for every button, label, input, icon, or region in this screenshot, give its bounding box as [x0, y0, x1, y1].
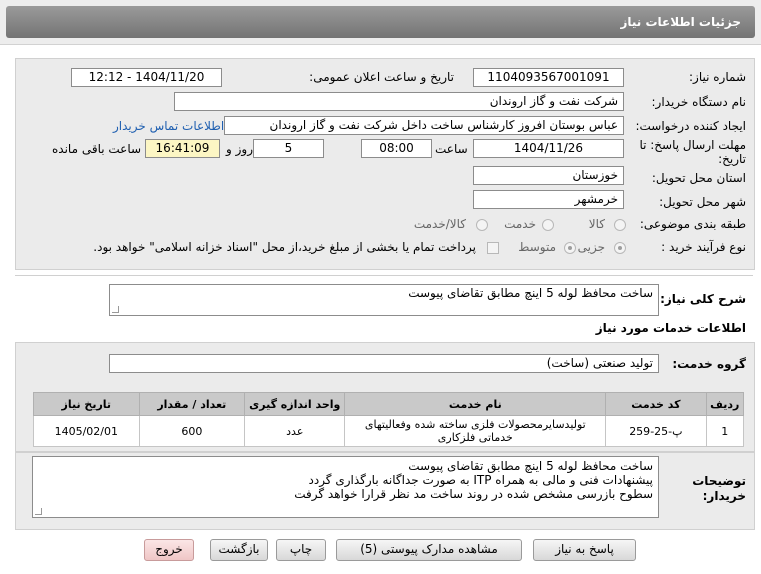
category-radio-goods-service[interactable] — [476, 219, 488, 231]
service-group-label: گروه خدمت: — [672, 357, 746, 371]
buyer-notes-line-3: سطوح بازرسی مشخص شده در روند ساخت مد نظر… — [294, 487, 653, 501]
city-field[interactable]: خرمشهر — [473, 190, 624, 209]
cell-unit: عدد — [244, 415, 346, 447]
category-label: طبقه بندی موضوعی: — [639, 217, 746, 231]
treasury-note: پرداخت تمام یا بخشی از مبلغ خرید،از محل … — [93, 240, 476, 254]
view-attachments-button[interactable]: مشاهده مدارک پیوستی (5) — [336, 539, 522, 561]
buyer-notes-line-2: پیشنهادات فنی و مالی به همراه ITP به صور… — [308, 473, 654, 487]
col-header-quantity: تعداد / مقدار — [138, 392, 246, 416]
col-header-unit: واحد اندازه گیری — [244, 392, 346, 416]
province-label: استان محل تحویل: — [651, 171, 746, 185]
cell-row-no: 1 — [705, 415, 745, 447]
announce-datetime-label: تاریخ و ساعت اعلان عمومی: — [309, 70, 454, 84]
resize-handle-icon[interactable] — [112, 306, 119, 313]
process-radio-medium[interactable] — [564, 242, 576, 254]
deadline-label: مهلت ارسال پاسخ: تا — [639, 138, 746, 152]
summary-field[interactable]: ساخت محافظ لوله 5 اینچ مطابق تقاضای پیوس… — [109, 284, 659, 316]
cell-quantity: 600 — [138, 415, 246, 447]
days-label: روز و — [226, 142, 253, 156]
category-option-goods-service: کالا/خدمت — [413, 217, 466, 231]
buyer-notes-line-1: ساخت محافظ لوله 5 اینچ مطابق تقاضای پیوس… — [408, 459, 653, 473]
cell-service-code: پ-25-259 — [605, 415, 707, 447]
resize-handle-icon[interactable] — [35, 508, 42, 515]
need-number-label: شماره نیاز: — [689, 70, 746, 84]
city-label: شهر محل تحویل: — [659, 195, 746, 209]
buyer-notes-label: توضیحات — [692, 474, 746, 488]
buyer-org-field[interactable]: شرکت نفت و گاز اروندان — [174, 92, 624, 111]
need-number-field[interactable]: 1104093567001091 — [473, 68, 624, 87]
separator — [15, 275, 753, 276]
requester-field[interactable]: عباس بوستان افروز کارشناس ساخت داخل شرکت… — [224, 116, 624, 135]
buyer-contact-link[interactable]: اطلاعات تماس خریدار — [113, 119, 224, 133]
table-row[interactable]: 1 پ-25-259 تولیدسایرمحصولات فلزی ساخته ش… — [33, 415, 745, 447]
col-header-row-no: ردیف — [705, 392, 745, 416]
requester-label: ایجاد کننده درخواست: — [635, 119, 746, 133]
cell-service-name: تولیدسایرمحصولات فلزی ساخته شده وفعالیته… — [344, 415, 607, 447]
process-option-minor: جزیی — [577, 240, 605, 254]
category-option-service: خدمت — [504, 217, 536, 231]
back-button[interactable]: بازگشت — [210, 539, 268, 561]
deadline-date-field[interactable]: 1404/11/26 — [473, 139, 624, 158]
title-bar: جزئیات اطلاعات نیاز — [0, 0, 761, 45]
col-header-service-name: نام خدمت — [344, 392, 607, 416]
title-bar-inner: جزئیات اطلاعات نیاز — [6, 6, 755, 38]
col-header-service-code: کد خدمت — [605, 392, 707, 416]
process-radio-minor[interactable] — [614, 242, 626, 254]
category-radio-goods[interactable] — [614, 219, 626, 231]
buyer-notes-field[interactable]: ساخت محافظ لوله 5 اینچ مطابق تقاضای پیوس… — [32, 456, 659, 518]
services-table: ردیف کد خدمت نام خدمت واحد اندازه گیری ت… — [33, 392, 745, 447]
process-label: نوع فرآیند خرید : — [661, 240, 746, 254]
col-header-need-date: تاریخ نیاز — [33, 392, 140, 416]
deadline-date-label: تاریخ: — [718, 152, 746, 166]
deadline-time-field[interactable]: 08:00 — [361, 139, 432, 158]
buyer-notes-label-2: خریدار: — [702, 489, 746, 503]
remaining-time-label: ساعت باقی مانده — [52, 142, 142, 156]
cell-need-date: 1405/02/01 — [33, 415, 140, 447]
exit-button[interactable]: خروج — [144, 539, 194, 561]
reply-button[interactable]: پاسخ به نیاز — [533, 539, 636, 561]
remaining-time-field[interactable]: 16:41:09 — [145, 139, 220, 158]
print-button[interactable]: چاپ — [276, 539, 326, 561]
summary-text: ساخت محافظ لوله 5 اینچ مطابق تقاضای پیوس… — [408, 286, 653, 300]
process-option-medium: متوسط — [518, 240, 556, 254]
treasury-checkbox[interactable] — [487, 242, 499, 254]
category-radio-service[interactable] — [542, 219, 554, 231]
deadline-time-label: ساعت — [435, 142, 468, 156]
window-title: جزئیات اطلاعات نیاز — [620, 15, 741, 29]
category-option-goods: کالا — [588, 217, 605, 231]
province-field[interactable]: خوزستان — [473, 166, 624, 185]
summary-label: شرح کلی نیاز: — [660, 292, 746, 306]
service-group-field[interactable]: تولید صنعتی (ساخت) — [109, 354, 659, 373]
services-section-title: اطلاعات خدمات مورد نیاز — [595, 321, 746, 335]
buyer-org-label: نام دستگاه خریدار: — [651, 95, 747, 109]
remaining-days-field[interactable]: 5 — [253, 139, 324, 158]
announce-datetime-field[interactable]: 1404/11/20 - 12:12 — [71, 68, 222, 87]
need-info-panel — [15, 58, 755, 270]
